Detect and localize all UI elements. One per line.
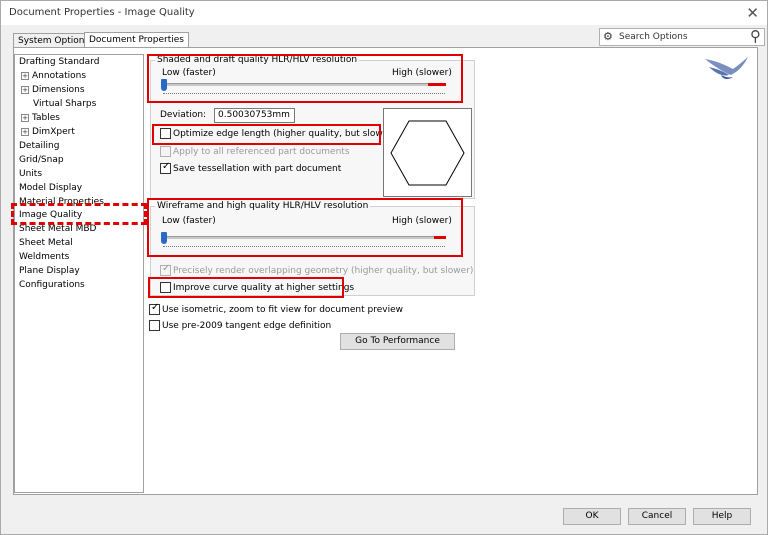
tab-document-properties[interactable]: Document Properties	[84, 32, 189, 48]
solidworks-bird-logo-icon	[705, 57, 748, 80]
window-title: Document Properties - Image Quality	[9, 7, 195, 18]
search-icon[interactable]: ⚲	[750, 27, 761, 45]
isometric-checkbox[interactable]: ✓	[149, 302, 160, 315]
hexagon-preview-icon	[390, 120, 465, 186]
deviation-field[interactable]: 0.50030753mm	[214, 108, 295, 123]
check-mark-icon: ✓	[151, 302, 160, 313]
pre2009-checkbox[interactable]	[149, 320, 160, 331]
ok-button[interactable]: OK	[563, 508, 621, 525]
tree-item-plane-display[interactable]: Plane Display	[19, 266, 80, 276]
apply-all-checkbox[interactable]	[160, 146, 171, 157]
tree-item-units[interactable]: Units	[19, 169, 42, 179]
save-tessellation-label: Save tessellation with part document	[173, 164, 342, 174]
tree-item-configurations[interactable]: Configurations	[19, 280, 85, 290]
tree-item-drafting-standard[interactable]: Drafting Standard	[19, 57, 99, 67]
expand-icon[interactable]: +	[21, 71, 29, 80]
highlight-optimize-edge	[152, 124, 381, 145]
tree-item-annotations[interactable]: + Annotations	[21, 71, 86, 81]
pre2009-label: Use pre-2009 tangent edge definition	[162, 321, 332, 331]
highlight-image-quality	[11, 203, 147, 225]
help-button[interactable]: Help	[693, 508, 751, 525]
close-icon[interactable]: ✕	[746, 4, 759, 22]
tree-item-dimensions[interactable]: + Dimensions	[21, 85, 85, 95]
highlight-wireframe-slider	[147, 198, 463, 257]
tree-item-detailing[interactable]: Detailing	[19, 141, 59, 151]
tree-item-tables[interactable]: + Tables	[21, 113, 60, 123]
tree-item-virtual-sharps[interactable]: Virtual Sharps	[33, 99, 96, 109]
tessellation-preview	[383, 108, 472, 197]
check-mark-icon: ✓	[162, 263, 171, 274]
cancel-button[interactable]: Cancel	[628, 508, 686, 525]
tree-item-sheet-metal-mbd[interactable]: Sheet Metal MBD	[19, 224, 96, 234]
apply-all-label: Apply to all referenced part documents	[173, 147, 350, 157]
go-to-performance-button[interactable]: Go To Performance	[340, 333, 455, 350]
check-mark-icon: ✓	[162, 161, 171, 172]
highlight-improve-curve	[148, 277, 344, 298]
tab-system-options[interactable]: System Options	[13, 33, 95, 48]
gear-icon[interactable]: ⚙	[603, 30, 613, 43]
options-tree: Drafting Standard + Annotations + Dimensio…	[14, 54, 144, 493]
tree-item-grid-snap[interactable]: Grid/Snap	[19, 155, 64, 165]
search-options-box[interactable]: ⚙ Search Options ⚲	[599, 27, 765, 46]
deviation-label: Deviation:	[160, 110, 207, 120]
precise-render-checkbox[interactable]: ✓	[160, 263, 171, 276]
tree-item-dimxpert[interactable]: + DimXpert	[21, 127, 75, 137]
tree-item-model-display[interactable]: Model Display	[19, 183, 82, 193]
expand-icon[interactable]: +	[21, 113, 29, 122]
expand-icon[interactable]: +	[21, 85, 29, 94]
precise-render-label: Precisely render overlapping geometry (h…	[173, 266, 474, 276]
tree-item-weldments[interactable]: Weldments	[19, 252, 69, 262]
save-tessellation-checkbox[interactable]: ✓	[160, 161, 171, 174]
search-input[interactable]: Search Options	[619, 32, 688, 42]
isometric-label: Use isometric, zoom to fit view for docu…	[162, 305, 403, 315]
expand-icon[interactable]: +	[21, 127, 29, 136]
highlight-shaded-slider	[147, 54, 463, 103]
tree-item-sheet-metal[interactable]: Sheet Metal	[19, 238, 73, 248]
title-bar: Document Properties - Image Quality ✕	[1, 1, 767, 25]
